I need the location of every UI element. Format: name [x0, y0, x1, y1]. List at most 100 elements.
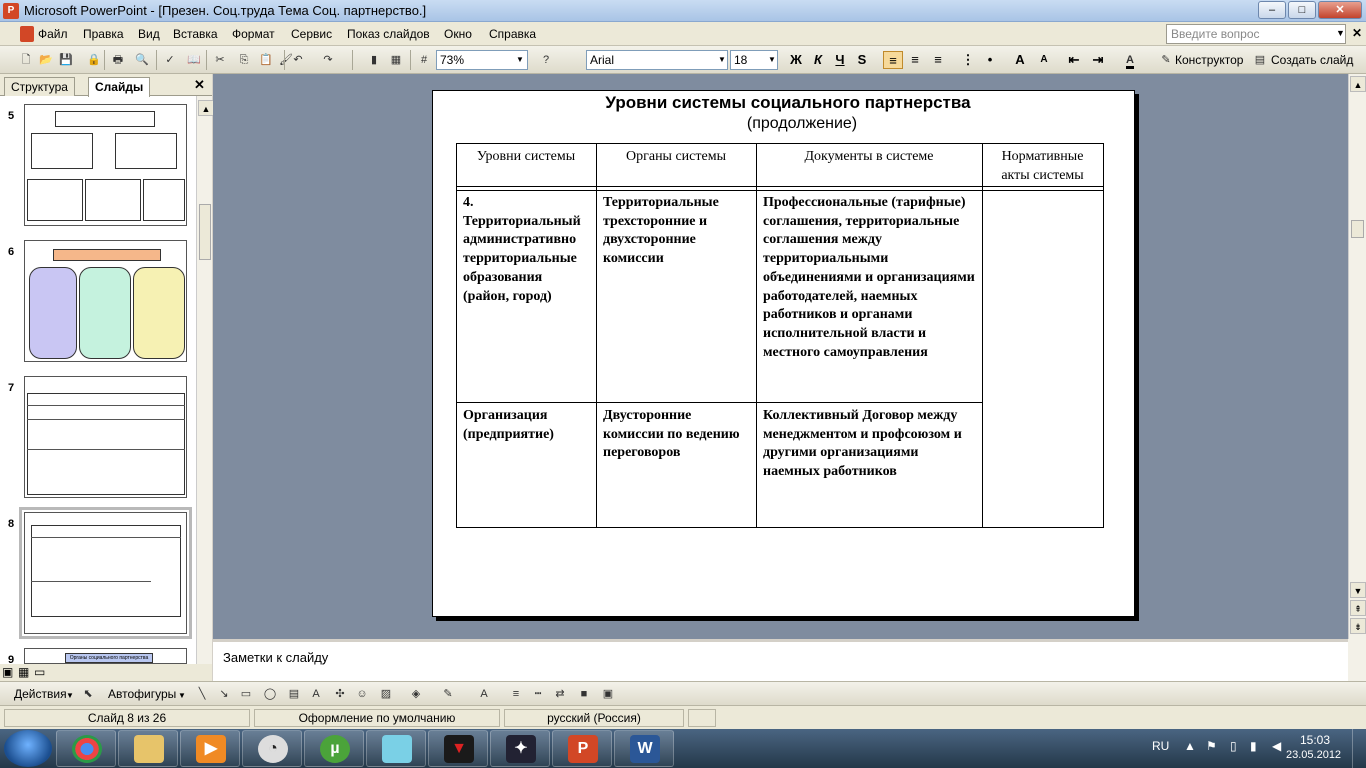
close-button[interactable]: ✕	[1318, 1, 1362, 19]
permission-icon[interactable]: 🔒	[86, 52, 102, 68]
menu-tools[interactable]: Сервис	[291, 27, 332, 41]
shadow-button[interactable]: S	[852, 51, 872, 69]
bullets-icon[interactable]: •	[980, 51, 1000, 69]
show-grid-icon[interactable]: #	[416, 52, 432, 68]
redo-icon[interactable]: ↷	[320, 52, 336, 68]
help-search-input[interactable]: Введите вопрос	[1166, 24, 1346, 44]
normal-view-icon[interactable]: ▣	[2, 665, 13, 679]
new-slide-icon[interactable]: ▤	[1252, 52, 1268, 68]
arrow-style-icon[interactable]: ⇄	[552, 686, 568, 702]
table-header-documents[interactable]: Документы в системе	[756, 148, 982, 167]
table-cell-organs[interactable]: Двусторонние комиссии по ведению перегов…	[597, 407, 756, 463]
slide-subtitle[interactable]: (продолжение)	[432, 115, 1172, 133]
bold-button[interactable]: Ж	[786, 51, 806, 69]
autoshapes-dropdown-icon[interactable]: ▼	[178, 691, 186, 700]
rectangle-icon[interactable]: ▭	[238, 686, 254, 702]
actions-dropdown-icon[interactable]: ▼	[66, 691, 74, 700]
scroll-up-icon[interactable]: ▲	[1350, 76, 1366, 92]
line-icon[interactable]: ╲	[194, 686, 210, 702]
help-dropdown-icon[interactable]: ▼	[1336, 28, 1345, 38]
next-slide-icon[interactable]: ⇟	[1350, 618, 1366, 634]
wordart-icon[interactable]: A	[308, 686, 324, 702]
font-color-icon[interactable]: A	[1122, 52, 1138, 69]
taskbar-word[interactable]: W	[614, 730, 674, 767]
zoom-dropdown-icon[interactable]: ▼	[516, 55, 524, 64]
notes-pane[interactable]: Заметки к слайду	[213, 639, 1348, 681]
table-cell-documents[interactable]: Профессиональные (тарифные) соглашения, …	[757, 194, 982, 362]
align-center-icon[interactable]: ≡	[905, 51, 925, 69]
slide-thumbnail-8[interactable]	[19, 507, 192, 639]
menu-help[interactable]: Справка	[489, 27, 536, 41]
sorter-view-icon[interactable]: ▦	[18, 665, 29, 679]
tray-flag-icon[interactable]: ⚑	[1206, 739, 1217, 753]
picture-icon[interactable]: ▨	[378, 686, 394, 702]
new-slide-button[interactable]: Создать слайд	[1271, 53, 1353, 67]
3d-style-icon[interactable]: ▣	[600, 686, 616, 702]
shadow-style-icon[interactable]: ■	[576, 686, 592, 702]
tab-slides[interactable]: Слайды	[88, 77, 151, 97]
clock-time[interactable]: 15:03	[1300, 733, 1330, 747]
taskbar-game[interactable]: ▼	[428, 730, 488, 767]
menu-insert[interactable]: Вставка	[173, 27, 218, 41]
taskbar-explorer[interactable]	[118, 730, 178, 767]
taskbar-media[interactable]: ▶	[180, 730, 240, 767]
slide-thumbnail-9[interactable]: Органы социального партнерства	[24, 648, 187, 664]
slide-scrollbar[interactable]: ▲ ▼ ⇞ ⇟	[1348, 74, 1366, 639]
taskbar-app[interactable]: ✦	[490, 730, 550, 767]
slides-pane-scrollbar[interactable]: ▲	[196, 96, 214, 664]
minimize-button[interactable]: –	[1258, 1, 1286, 19]
tab-outline[interactable]: Структура	[4, 77, 75, 96]
spelling-icon[interactable]: ✓	[162, 52, 178, 68]
preview-icon[interactable]: 🔍	[134, 52, 150, 68]
insert-chart-icon[interactable]: ▮	[366, 52, 382, 68]
show-desktop-button[interactable]	[1352, 729, 1366, 768]
battery-icon[interactable]: ▯	[1230, 739, 1237, 753]
slide-thumbnail-7[interactable]	[24, 376, 187, 498]
line-color-icon[interactable]: ✎	[440, 686, 456, 702]
menu-file[interactable]: Файл	[38, 27, 68, 41]
decrease-font-icon[interactable]: A	[1034, 51, 1054, 69]
dash-style-icon[interactable]: ┅	[530, 686, 546, 702]
slide-thumbnail-6[interactable]	[24, 240, 187, 362]
pane-close-icon[interactable]: ✕	[194, 77, 205, 93]
menu-window[interactable]: Окно	[444, 27, 472, 41]
network-icon[interactable]: ▮	[1250, 739, 1257, 753]
fill-color-icon[interactable]: ◈	[408, 686, 424, 702]
taskbar-notes[interactable]	[366, 730, 426, 767]
new-icon[interactable]: 🗋	[18, 52, 34, 68]
taskbar-clock-app[interactable]: ◔	[242, 730, 302, 767]
paste-icon[interactable]: 📋	[258, 52, 274, 68]
clipart-icon[interactable]: ☺	[354, 686, 370, 702]
help-icon[interactable]: ?	[538, 52, 554, 68]
document-icon[interactable]	[20, 26, 34, 42]
align-right-icon[interactable]: ≡	[928, 51, 948, 69]
font-dropdown-icon[interactable]: ▼	[718, 55, 726, 64]
zoom-select[interactable]: 73%	[436, 50, 528, 70]
table-cell-level[interactable]: Организация (предприятие)	[457, 407, 596, 444]
menu-slideshow[interactable]: Показ слайдов	[347, 27, 430, 41]
decrease-indent-icon[interactable]: ⇤	[1064, 51, 1084, 69]
menu-format[interactable]: Формат	[232, 27, 275, 41]
volume-icon[interactable]: ◀	[1272, 739, 1281, 753]
table-cell-organs[interactable]: Территориальные трехсторонние и двухстор…	[597, 194, 756, 269]
language-indicator[interactable]: RU	[1152, 739, 1169, 753]
powerpoint-app-icon[interactable]: P	[3, 3, 19, 19]
taskbar-powerpoint[interactable]: P	[552, 730, 612, 767]
designer-button[interactable]: Конструктор	[1175, 53, 1243, 67]
increase-font-icon[interactable]: A	[1010, 51, 1030, 69]
scroll-down-icon[interactable]: ▼	[1350, 582, 1366, 598]
research-icon[interactable]: 📖	[186, 52, 202, 68]
start-button[interactable]	[4, 730, 52, 767]
autoshapes-menu[interactable]: Автофигуры	[108, 687, 176, 701]
save-icon[interactable]: 💾	[58, 52, 74, 68]
select-pointer-icon[interactable]: ⬉	[80, 686, 96, 702]
clock-date[interactable]: 23.05.2012	[1286, 749, 1341, 761]
designer-icon[interactable]: ✎	[1158, 52, 1174, 68]
insert-table-icon[interactable]: ▦	[388, 52, 404, 68]
slide-thumbnail-5[interactable]	[24, 104, 187, 226]
scroll-thumb[interactable]	[1351, 220, 1364, 238]
font-select[interactable]: Arial	[586, 50, 728, 70]
line-style-icon[interactable]: ≡	[508, 686, 524, 702]
cut-icon[interactable]: ✂	[212, 52, 228, 68]
table-cell-documents[interactable]: Коллективный Договор между менеджментом …	[757, 407, 982, 482]
